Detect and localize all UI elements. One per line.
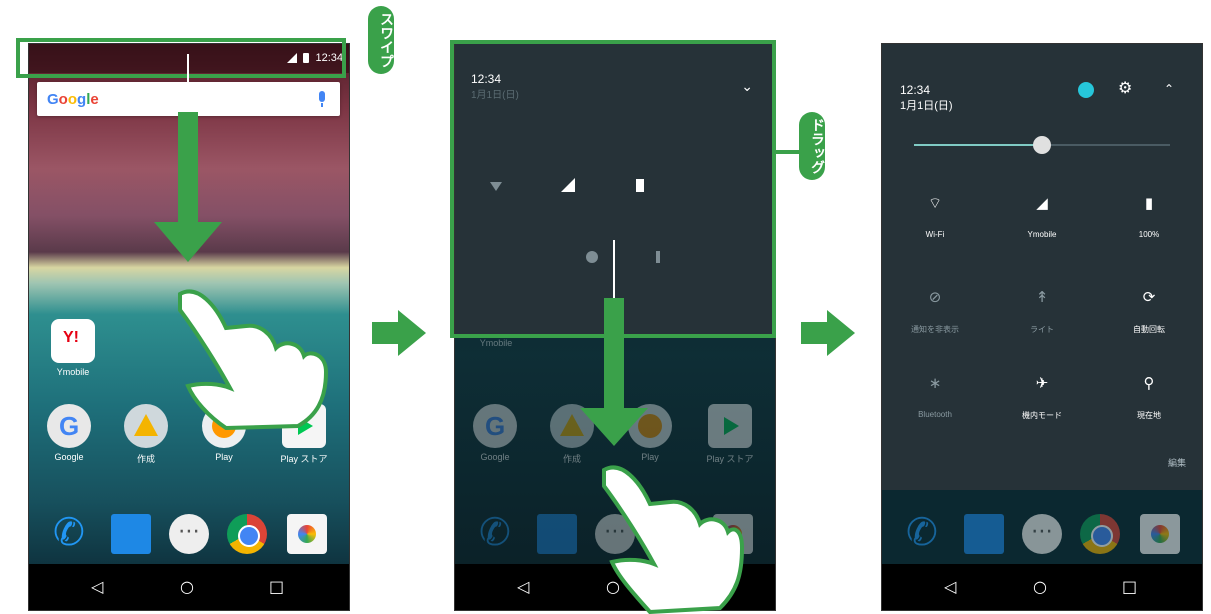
user-avatar-icon[interactable] bbox=[1078, 82, 1094, 98]
phone-icon bbox=[475, 510, 515, 554]
app-label: Ymobile bbox=[56, 367, 90, 377]
messages-icon bbox=[964, 514, 1004, 554]
app-label: Ymobile bbox=[479, 338, 513, 348]
tile-label: 通知を非表示 bbox=[911, 325, 959, 334]
drive-icon bbox=[124, 404, 168, 448]
app-google[interactable]: Google bbox=[34, 404, 104, 462]
swipe-callout: スワイプ bbox=[368, 6, 394, 74]
drag-arrow-icon bbox=[580, 240, 648, 446]
battery-icon: ▮ bbox=[1144, 194, 1154, 212]
swipe-arrow-icon bbox=[154, 54, 222, 262]
tile-label: ライト bbox=[1030, 325, 1054, 334]
next-step-arrow-icon bbox=[801, 310, 855, 356]
dock-dimmed bbox=[882, 506, 1202, 562]
back-button[interactable]: ◁ bbox=[944, 577, 956, 596]
brightness-slider[interactable] bbox=[914, 136, 1170, 154]
tile-airplane[interactable]: ✈ 機内モード bbox=[989, 374, 1095, 421]
app-label: 作成 bbox=[562, 454, 581, 464]
camera-icon bbox=[1140, 514, 1180, 554]
tile-label: Bluetooth bbox=[918, 410, 952, 419]
chrome-icon bbox=[1080, 514, 1120, 554]
messages-icon bbox=[537, 514, 577, 554]
hand-pointer-icon bbox=[178, 289, 329, 431]
tile-flashlight[interactable]: ↟ ライト bbox=[989, 288, 1095, 335]
tile-label: Wi-Fi bbox=[925, 230, 945, 239]
home-button[interactable]: ○ bbox=[180, 577, 194, 596]
tile-label: 自動回転 bbox=[1133, 325, 1165, 334]
callout-connector bbox=[776, 150, 800, 154]
app-ymobile-dimmed: Ymobile bbox=[461, 338, 531, 348]
google-icon bbox=[473, 404, 517, 448]
camera-icon[interactable] bbox=[287, 514, 327, 554]
play-store-icon bbox=[708, 404, 752, 448]
tile-location[interactable]: ⚲ 現在地 bbox=[1096, 374, 1202, 421]
qs-date: 1月1日(日) bbox=[900, 100, 953, 112]
flashlight-icon: ↟ bbox=[1035, 288, 1049, 306]
app-label: Play ストア bbox=[280, 454, 328, 464]
quick-settings-panel: 12:34 1月1日(日) ⚙ ⌃ ⌔ Wi-Fi ◢ Ymobile ▮ 10… bbox=[882, 44, 1202, 490]
hand-pointer-icon bbox=[602, 465, 745, 614]
edit-button[interactable]: 編集 bbox=[1168, 456, 1186, 469]
signal-icon: ◢ bbox=[1036, 194, 1048, 212]
app-label: Play bbox=[215, 452, 233, 462]
wifi-icon: ⌔ bbox=[927, 194, 943, 212]
tile-mobile[interactable]: ◢ Ymobile bbox=[989, 194, 1095, 239]
bluetooth-icon: ∗ bbox=[928, 374, 942, 392]
tile-label: 現在地 bbox=[1137, 411, 1161, 420]
recents-button[interactable]: □ bbox=[1122, 577, 1137, 596]
tile-auto-rotate[interactable]: ⟳ 自動回転 bbox=[1096, 288, 1202, 335]
app-label: Google bbox=[480, 452, 510, 462]
recents-button[interactable]: □ bbox=[269, 577, 284, 596]
home-button[interactable]: ○ bbox=[1033, 577, 1047, 596]
dock bbox=[29, 506, 349, 562]
chrome-icon[interactable] bbox=[227, 514, 267, 554]
apps-drawer-icon[interactable] bbox=[169, 514, 209, 554]
phone-quick-settings: 12:34 1月1日(日) ⚙ ⌃ ⌔ Wi-Fi ◢ Ymobile ▮ 10… bbox=[881, 43, 1203, 611]
next-step-arrow-icon bbox=[372, 310, 426, 356]
tile-label: Ymobile bbox=[1027, 230, 1057, 239]
rotate-icon: ⟳ bbox=[1142, 288, 1156, 306]
drag-callout: ドラッグ bbox=[799, 112, 825, 180]
tile-bluetooth[interactable]: ∗ Bluetooth bbox=[882, 374, 988, 419]
apps-drawer-icon bbox=[1022, 514, 1062, 554]
back-button[interactable]: ◁ bbox=[517, 577, 529, 596]
airplane-icon: ✈ bbox=[1035, 374, 1049, 392]
messages-icon[interactable] bbox=[111, 514, 151, 554]
app-label: 作成 bbox=[136, 454, 155, 464]
app-google-dimmed: Google bbox=[460, 404, 530, 462]
app-label: Google bbox=[54, 452, 84, 462]
tile-dnd[interactable]: ⊘ 通知を非表示 bbox=[882, 288, 988, 335]
google-logo: Google bbox=[47, 91, 99, 108]
phone-icon bbox=[902, 510, 942, 554]
navigation-bar: ◁ ○ □ bbox=[882, 564, 1202, 610]
google-icon bbox=[47, 404, 91, 448]
mic-icon[interactable] bbox=[319, 91, 325, 107]
tile-wifi[interactable]: ⌔ Wi-Fi bbox=[882, 194, 988, 239]
brightness-fill bbox=[914, 144, 1042, 146]
back-button[interactable]: ◁ bbox=[91, 577, 103, 596]
dnd-icon: ⊘ bbox=[928, 288, 942, 306]
navigation-bar: ◁ ○ □ bbox=[29, 564, 349, 610]
location-pin-icon: ⚲ bbox=[1143, 374, 1155, 392]
tile-label: 100% bbox=[1138, 230, 1160, 239]
tile-label: 機内モード bbox=[1022, 411, 1062, 420]
collapse-chevron-icon[interactable]: ⌃ bbox=[1164, 82, 1174, 96]
qs-time: 12:34 bbox=[900, 83, 931, 97]
settings-gear-icon[interactable]: ⚙ bbox=[1118, 78, 1132, 97]
tile-battery[interactable]: ▮ 100% bbox=[1096, 194, 1202, 239]
ymobile-icon bbox=[51, 319, 95, 363]
app-ymobile[interactable]: Ymobile bbox=[38, 319, 108, 377]
brightness-thumb-icon[interactable] bbox=[1033, 136, 1051, 154]
phone-icon[interactable] bbox=[49, 510, 89, 554]
